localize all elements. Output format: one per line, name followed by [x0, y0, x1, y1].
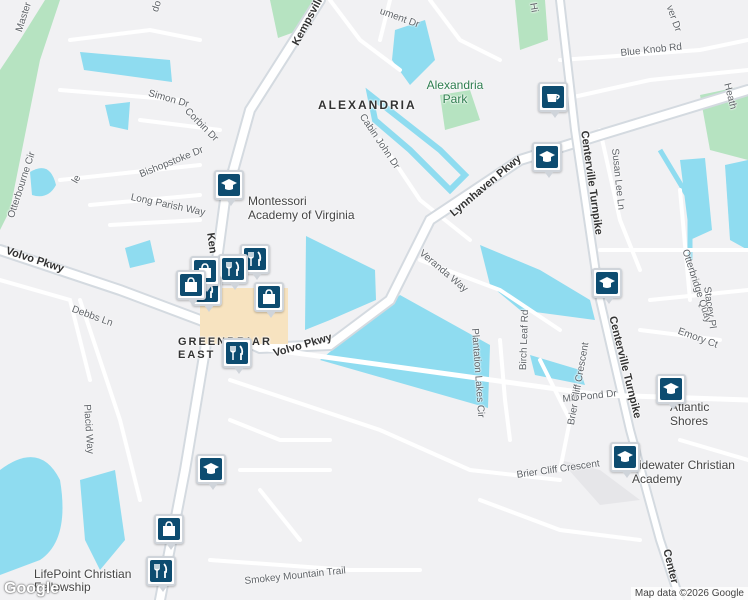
birch-leaf-rd-label: Birch Leaf Rd — [518, 309, 532, 371]
pond-2 — [105, 102, 130, 130]
school-icon — [599, 277, 615, 288]
lake-alexandria — [392, 20, 435, 85]
montessori-label[interactable]: Montessori Academy of Virginia — [248, 194, 358, 222]
restaurant-marker-2[interactable] — [218, 254, 248, 290]
school-marker-tidewater[interactable] — [610, 442, 640, 478]
shopping-marker-4[interactable] — [154, 514, 184, 550]
pond-3 — [30, 168, 56, 197]
pond-1 — [80, 52, 172, 82]
restaurant-icon — [226, 261, 240, 276]
park-west — [0, 0, 60, 230]
shopping-bag-icon — [163, 521, 175, 536]
shopping-bag-icon — [185, 277, 197, 292]
pond-4 — [125, 240, 155, 268]
school-marker-montessori[interactable] — [214, 170, 244, 206]
school-icon — [617, 451, 633, 462]
atlantic-shores-label[interactable]: Atlantic Shores Christian School — [670, 400, 748, 428]
coffee-icon — [547, 94, 560, 102]
school-icon — [221, 179, 237, 190]
alexandria-park-label: Alexandria Park — [426, 78, 484, 106]
school-icon — [539, 151, 555, 162]
cafe-marker[interactable] — [538, 82, 568, 118]
restaurant-marker-5[interactable] — [146, 556, 176, 592]
school-marker-lynnhaven[interactable] — [532, 142, 562, 178]
channel-east — [480, 245, 595, 320]
map-canvas[interactable]: Kempsville Rd Volvo Pkwy Volvo Pkwy Lynn… — [0, 0, 748, 600]
school-icon — [663, 383, 679, 394]
school-marker-atlantic[interactable] — [656, 374, 686, 410]
google-logo: Google — [4, 580, 60, 597]
restaurant-marker-4[interactable] — [222, 338, 252, 374]
canal-far-east — [725, 160, 748, 250]
school-marker-centerville[interactable] — [592, 268, 622, 304]
shopping-bag-icon — [263, 289, 275, 304]
shopping-marker-2[interactable] — [176, 270, 206, 306]
tidewater-label[interactable]: Tidewater Christian Academy — [632, 458, 748, 488]
hi-label: Hi — [527, 2, 540, 14]
school-icon — [203, 463, 219, 474]
lake-south — [80, 470, 125, 570]
map-base — [0, 0, 748, 600]
map-attribution[interactable]: Map data ©2026 Google — [630, 587, 748, 600]
restaurant-icon — [230, 345, 244, 360]
lake-southwest — [0, 457, 63, 575]
alexandria-area-label: ALEXANDRIA — [318, 98, 417, 112]
shopping-marker-3[interactable] — [254, 282, 284, 318]
restaurant-icon — [154, 563, 168, 578]
school-marker-south[interactable] — [196, 454, 226, 490]
